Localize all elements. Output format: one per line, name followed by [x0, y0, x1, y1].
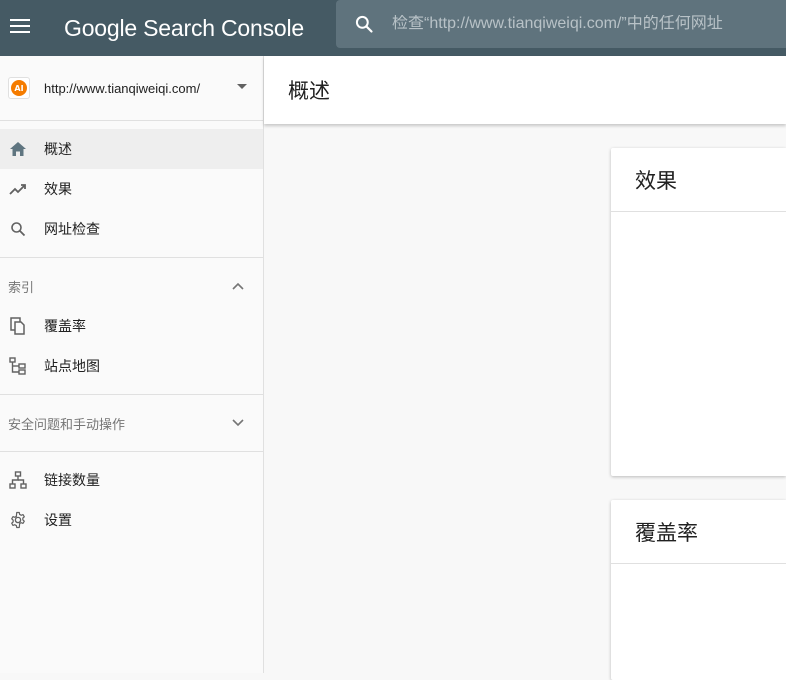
- favicon-badge: AI: [11, 80, 27, 96]
- security-nav-group: 安全问题和手动操作: [0, 395, 263, 452]
- sidebar-item-label: 站点地图: [44, 358, 100, 374]
- card-header: 效果: [611, 148, 786, 212]
- links-icon: [8, 470, 28, 490]
- top-app-bar: Google Search Console: [0, 0, 786, 56]
- gear-icon: [8, 510, 28, 530]
- sidebar-item-label: 效果: [44, 181, 72, 197]
- menu-button[interactable]: [0, 8, 40, 48]
- sidebar-item-links[interactable]: 链接数量: [0, 460, 263, 500]
- sidebar-item-label: 链接数量: [44, 472, 100, 488]
- primary-nav: 概述 效果 网址检查: [0, 121, 263, 258]
- sitemap-icon: [8, 356, 28, 376]
- sidebar-item-label: 网址检查: [44, 221, 100, 237]
- sidebar-item-coverage[interactable]: 覆盖率: [0, 306, 263, 346]
- sidebar-item-performance[interactable]: 效果: [0, 169, 263, 209]
- page-header: 概述: [264, 56, 786, 124]
- chevron-down-icon[interactable]: [231, 416, 245, 430]
- dropdown-arrow-icon[interactable]: [237, 84, 247, 89]
- sidebar: AI http://www.tianqiweiqi.com/ 概述 效果 网址检…: [0, 56, 264, 673]
- url-inspection-search[interactable]: [336, 0, 786, 48]
- trending-up-icon: [8, 179, 28, 199]
- search-icon[interactable]: [336, 0, 392, 48]
- sidebar-item-overview[interactable]: 概述: [0, 129, 263, 169]
- search-icon: [8, 219, 28, 239]
- sidebar-item-label: 概述: [44, 141, 72, 157]
- sidebar-item-settings[interactable]: 设置: [0, 500, 263, 540]
- performance-card[interactable]: 效果: [611, 148, 786, 476]
- card-title: 覆盖率: [635, 521, 698, 545]
- section-label: 索引: [8, 279, 35, 295]
- secondary-nav: 链接数量 设置: [0, 452, 263, 548]
- copy-icon: [8, 316, 28, 336]
- chevron-up-icon[interactable]: [231, 279, 245, 293]
- sidebar-item-url-inspection[interactable]: 网址检查: [0, 209, 263, 249]
- property-url: http://www.tianqiweiqi.com/: [44, 80, 201, 96]
- index-nav-group: 索引 覆盖率 站点地图: [0, 258, 263, 395]
- site-favicon: AI: [8, 77, 30, 99]
- coverage-card[interactable]: 覆盖率: [611, 500, 786, 680]
- card-header: 覆盖率: [611, 500, 786, 564]
- section-label: 安全问题和手动操作: [8, 416, 126, 432]
- index-section-header[interactable]: 索引: [0, 266, 263, 306]
- home-icon: [8, 139, 28, 159]
- sidebar-item-sitemaps[interactable]: 站点地图: [0, 346, 263, 386]
- sidebar-item-label: 覆盖率: [44, 318, 86, 334]
- app-title[interactable]: Google Search Console: [64, 15, 304, 42]
- hamburger-menu-icon: [10, 18, 30, 38]
- sidebar-item-label: 设置: [44, 512, 72, 528]
- property-selector[interactable]: AI http://www.tianqiweiqi.com/: [0, 56, 263, 121]
- security-section-header[interactable]: 安全问题和手动操作: [0, 403, 263, 443]
- search-input[interactable]: [392, 15, 772, 33]
- page-title: 概述: [288, 80, 330, 103]
- card-title: 效果: [635, 169, 677, 193]
